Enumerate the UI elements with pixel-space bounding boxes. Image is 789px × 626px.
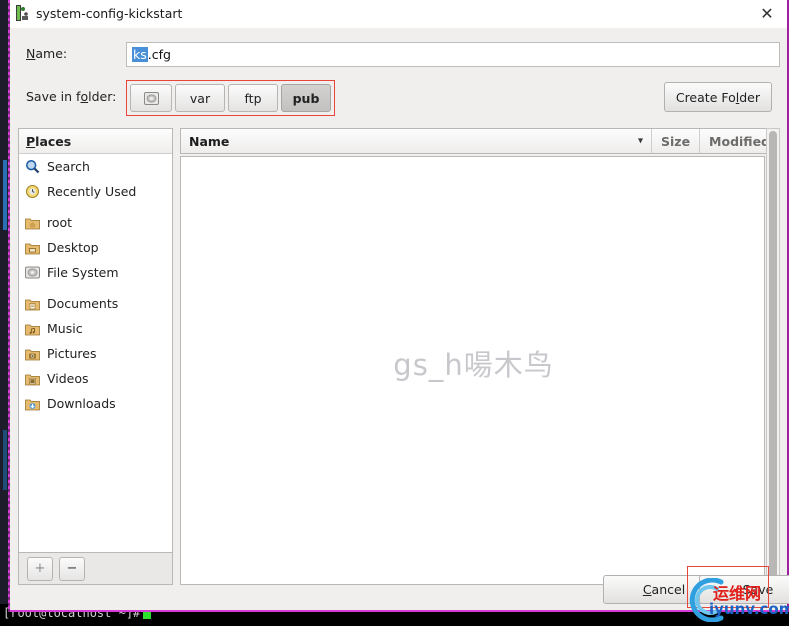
desktop-accent-1 bbox=[3, 160, 7, 230]
filename-input[interactable]: ks .cfg bbox=[126, 42, 780, 67]
sidebar-item-music[interactable]: Music bbox=[19, 316, 172, 341]
sidebar-item-videos-label: Videos bbox=[47, 371, 89, 386]
desktop-folder-icon bbox=[25, 243, 40, 254]
window-title: system-config-kickstart bbox=[36, 6, 183, 21]
pictures-folder-icon bbox=[25, 349, 40, 360]
sidebar-item-desktop-label: Desktop bbox=[47, 240, 99, 255]
folder-label: Save in folder: bbox=[26, 89, 116, 104]
videos-folder-icon bbox=[25, 374, 40, 385]
sidebar-item-root[interactable]: root bbox=[19, 210, 172, 235]
filesystem-icon bbox=[143, 91, 159, 105]
folder-label-prefix: Save in f bbox=[26, 89, 81, 104]
name-label-mnemonic: N bbox=[26, 46, 36, 61]
screen: [root@localhost ~]# system-config-kickst… bbox=[0, 0, 789, 626]
column-header-name[interactable]: Name ▾ bbox=[181, 129, 652, 153]
breadcrumb-filesystem-button[interactable] bbox=[130, 84, 172, 112]
chevron-down-icon: ▾ bbox=[637, 135, 643, 147]
sidebar-item-search[interactable]: Search bbox=[19, 154, 172, 179]
filename-rest-text: .cfg bbox=[147, 47, 171, 62]
breadcrumb-item-var[interactable]: var bbox=[175, 84, 225, 112]
places-header: Places bbox=[19, 129, 172, 154]
sidebar-item-recently-used[interactable]: Recently Used bbox=[19, 179, 172, 204]
cancel-rest: ancel bbox=[651, 582, 686, 597]
file-list-header: Name ▾ Size Modified bbox=[180, 128, 780, 154]
sidebar-item-music-label: Music bbox=[47, 321, 83, 336]
sidebar-item-documents-label: Documents bbox=[47, 296, 119, 311]
file-browser: Name ▾ Size Modified gs_h啺木鸟 bbox=[180, 128, 780, 585]
name-label: Name: bbox=[26, 46, 67, 61]
sidebar-item-downloads-label: Downloads bbox=[47, 396, 116, 411]
music-folder-icon bbox=[25, 324, 40, 335]
column-header-size[interactable]: Size bbox=[652, 129, 701, 153]
sidebar-item-desktop[interactable]: Desktop bbox=[19, 235, 172, 260]
column-header-name-label: Name bbox=[189, 133, 230, 149]
name-row: Name: ks .cfg bbox=[18, 42, 780, 68]
title-bar: system-config-kickstart ✕ bbox=[10, 0, 787, 28]
downloads-folder-icon bbox=[25, 399, 40, 410]
recent-clock-icon bbox=[26, 185, 39, 198]
create-folder-button[interactable]: Create Fo l der bbox=[663, 82, 772, 112]
folder-label-mnemonic: o bbox=[80, 89, 89, 104]
name-label-rest: ame: bbox=[35, 46, 68, 61]
breadcrumb-item-ftp[interactable]: ftp bbox=[228, 84, 278, 112]
scrollbar-thumb[interactable] bbox=[769, 131, 777, 582]
sidebar-item-file-system-label: File System bbox=[47, 265, 119, 280]
sidebar-item-documents[interactable]: Documents bbox=[19, 291, 172, 316]
remove-place-button[interactable]: − bbox=[59, 556, 85, 581]
breadcrumb: var ftp pub bbox=[126, 80, 335, 116]
sidebar-item-downloads[interactable]: Downloads bbox=[19, 391, 172, 416]
center-watermark: gs_h啺木鸟 bbox=[393, 348, 554, 382]
search-icon bbox=[25, 159, 40, 174]
create-folder-rest: der bbox=[739, 89, 760, 105]
sidebar-item-file-system[interactable]: File System bbox=[19, 260, 172, 285]
places-sidebar: Places Search Recently Used root Desktop… bbox=[18, 128, 173, 553]
save-button[interactable]: Save bbox=[699, 575, 789, 604]
folder-row: Save in folder: var ftp pub Create Fo l de… bbox=[18, 80, 780, 116]
places-footer-toolbar: + − bbox=[18, 553, 173, 585]
folder-label-rest: lder: bbox=[88, 89, 117, 104]
filename-selected-text: ks bbox=[132, 47, 148, 62]
sidebar-item-pictures[interactable]: Pictures bbox=[19, 341, 172, 366]
dialog-body: Name: ks .cfg Save in folder: var ftp pub bbox=[10, 28, 789, 610]
file-list-scrollbar[interactable] bbox=[766, 128, 780, 585]
create-folder-prefix: Create Fo bbox=[675, 89, 736, 105]
breadcrumb-item-pub[interactable]: pub bbox=[281, 84, 331, 112]
sidebar-item-search-label: Search bbox=[47, 159, 90, 174]
sidebar-item-recently-used-label: Recently Used bbox=[47, 184, 137, 199]
drive-icon bbox=[25, 266, 40, 279]
places-header-rest: laces bbox=[35, 133, 72, 149]
places-header-mnemonic: P bbox=[26, 133, 36, 149]
desktop-accent-2 bbox=[3, 430, 7, 490]
sidebar-item-root-label: root bbox=[47, 215, 73, 230]
app-icon bbox=[16, 5, 28, 21]
documents-folder-icon bbox=[25, 299, 40, 310]
sidebar-item-videos[interactable]: Videos bbox=[19, 366, 172, 391]
file-list[interactable]: gs_h啺木鸟 bbox=[180, 156, 765, 585]
close-icon[interactable]: ✕ bbox=[757, 4, 777, 24]
sidebar-item-pictures-label: Pictures bbox=[47, 346, 97, 361]
cancel-mnemonic: C bbox=[642, 582, 652, 597]
home-folder-icon bbox=[25, 218, 40, 229]
add-place-button[interactable]: + bbox=[27, 556, 53, 581]
